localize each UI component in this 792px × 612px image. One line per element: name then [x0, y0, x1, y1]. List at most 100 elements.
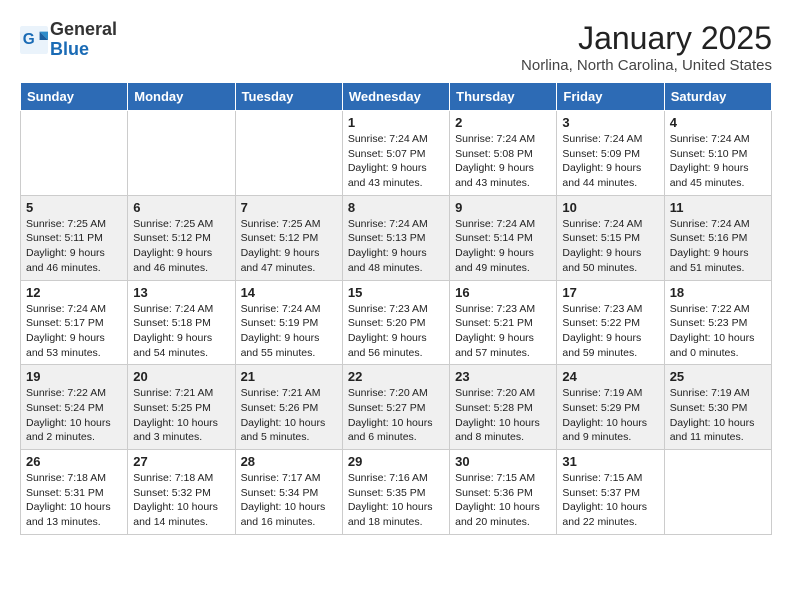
- calendar-week-row: 19Sunrise: 7:22 AM Sunset: 5:24 PM Dayli…: [21, 365, 772, 450]
- table-row: 8 Sunrise: 7:24 AM Sunset: 5:13 PM Daylig…: [342, 195, 449, 280]
- table-row: 31 Sunrise: 7:15 AM Sunset: 5:37 PM Dayli…: [557, 450, 664, 535]
- header: G General Blue January 2025 Norlina, Nor…: [20, 20, 772, 74]
- day-detail: Sunrise: 7:21 AM Sunset: 5:26 PM Dayligh…: [241, 386, 337, 445]
- table-row: 12 Sunrise: 7:24 AM Sunset: 5:17 PM Dayli…: [21, 280, 128, 365]
- day-detail: Sunrise: 7:19 AM Sunset: 5:29 PM Dayligh…: [562, 386, 658, 445]
- day-detail: Sunrise: 7:25 AM Sunset: 5:11 PM Dayligh…: [26, 217, 122, 276]
- day-detail: Sunrise: 7:23 AM Sunset: 5:22 PM Dayligh…: [562, 302, 658, 361]
- table-row: 28 Sunrise: 7:17 AM Sunset: 5:34 PM Dayli…: [235, 450, 342, 535]
- day-detail: Sunrise: 7:18 AM Sunset: 5:32 PM Dayligh…: [133, 471, 229, 530]
- table-row: 4 Sunrise: 7:24 AM Sunset: 5:10 PM Daylig…: [664, 111, 771, 196]
- day-number: 25: [670, 369, 766, 384]
- col-wednesday: Wednesday: [342, 83, 449, 111]
- table-row: 27Sunrise: 7:18 AM Sunset: 5:32 PM Dayli…: [128, 450, 235, 535]
- location-title: Norlina, North Carolina, United States: [521, 57, 772, 74]
- day-number: 12: [26, 285, 122, 300]
- calendar-week-row: 5 Sunrise: 7:25 AM Sunset: 5:11 PM Daylig…: [21, 195, 772, 280]
- table-row: 9 Sunrise: 7:24 AM Sunset: 5:14 PM Daylig…: [450, 195, 557, 280]
- table-row: 29Sunrise: 7:16 AM Sunset: 5:35 PM Dayli…: [342, 450, 449, 535]
- day-number: 1: [348, 115, 444, 130]
- calendar-table: Sunday Monday Tuesday Wednesday Thursday…: [20, 82, 772, 535]
- day-detail: Sunrise: 7:24 AM Sunset: 5:08 PM Dayligh…: [455, 132, 551, 191]
- day-number: 13: [133, 285, 229, 300]
- day-number: 31: [562, 454, 658, 469]
- day-number: 15: [348, 285, 444, 300]
- day-detail: Sunrise: 7:24 AM Sunset: 5:09 PM Dayligh…: [562, 132, 658, 191]
- table-row: 1 Sunrise: 7:24 AM Sunset: 5:07 PM Daylig…: [342, 111, 449, 196]
- table-row: 24 Sunrise: 7:19 AM Sunset: 5:29 PM Dayli…: [557, 365, 664, 450]
- day-number: 26: [26, 454, 122, 469]
- logo: G General Blue: [20, 20, 117, 60]
- col-friday: Friday: [557, 83, 664, 111]
- table-row: 19Sunrise: 7:22 AM Sunset: 5:24 PM Dayli…: [21, 365, 128, 450]
- table-row: 6Sunrise: 7:25 AM Sunset: 5:12 PM Daylig…: [128, 195, 235, 280]
- table-row: 26 Sunrise: 7:18 AM Sunset: 5:31 PM Dayli…: [21, 450, 128, 535]
- day-detail: Sunrise: 7:24 AM Sunset: 5:18 PM Dayligh…: [133, 302, 229, 361]
- table-row: 10 Sunrise: 7:24 AM Sunset: 5:15 PM Dayli…: [557, 195, 664, 280]
- table-row: 21 Sunrise: 7:21 AM Sunset: 5:26 PM Dayli…: [235, 365, 342, 450]
- day-number: 7: [241, 200, 337, 215]
- table-row: 14Sunrise: 7:24 AM Sunset: 5:19 PM Dayli…: [235, 280, 342, 365]
- logo-text: General Blue: [50, 20, 117, 60]
- calendar-week-row: 26 Sunrise: 7:18 AM Sunset: 5:31 PM Dayli…: [21, 450, 772, 535]
- day-detail: Sunrise: 7:25 AM Sunset: 5:12 PM Dayligh…: [241, 217, 337, 276]
- table-row: 5 Sunrise: 7:25 AM Sunset: 5:11 PM Daylig…: [21, 195, 128, 280]
- day-number: 6: [133, 200, 229, 215]
- day-number: 2: [455, 115, 551, 130]
- day-detail: Sunrise: 7:24 AM Sunset: 5:16 PM Dayligh…: [670, 217, 766, 276]
- day-number: 22: [348, 369, 444, 384]
- day-number: 30: [455, 454, 551, 469]
- day-detail: Sunrise: 7:15 AM Sunset: 5:36 PM Dayligh…: [455, 471, 551, 530]
- day-detail: Sunrise: 7:24 AM Sunset: 5:10 PM Dayligh…: [670, 132, 766, 191]
- svg-text:G: G: [23, 31, 35, 48]
- day-number: 18: [670, 285, 766, 300]
- table-row: 25Sunrise: 7:19 AM Sunset: 5:30 PM Dayli…: [664, 365, 771, 450]
- table-row: 3Sunrise: 7:24 AM Sunset: 5:09 PM Daylig…: [557, 111, 664, 196]
- day-detail: Sunrise: 7:23 AM Sunset: 5:21 PM Dayligh…: [455, 302, 551, 361]
- logo-icon: G: [20, 26, 48, 54]
- table-row: 17 Sunrise: 7:23 AM Sunset: 5:22 PM Dayli…: [557, 280, 664, 365]
- table-row: [664, 450, 771, 535]
- table-row: 18 Sunrise: 7:22 AM Sunset: 5:23 PM Dayli…: [664, 280, 771, 365]
- table-row: 23Sunrise: 7:20 AM Sunset: 5:28 PM Dayli…: [450, 365, 557, 450]
- page-container: G General Blue January 2025 Norlina, Nor…: [0, 0, 792, 545]
- logo-general: General: [50, 20, 117, 40]
- table-row: 30 Sunrise: 7:15 AM Sunset: 5:36 PM Dayli…: [450, 450, 557, 535]
- day-detail: Sunrise: 7:17 AM Sunset: 5:34 PM Dayligh…: [241, 471, 337, 530]
- table-row: 15 Sunrise: 7:23 AM Sunset: 5:20 PM Dayli…: [342, 280, 449, 365]
- table-row: 11 Sunrise: 7:24 AM Sunset: 5:16 PM Dayli…: [664, 195, 771, 280]
- day-detail: Sunrise: 7:24 AM Sunset: 5:13 PM Dayligh…: [348, 217, 444, 276]
- table-row: 16 Sunrise: 7:23 AM Sunset: 5:21 PM Dayli…: [450, 280, 557, 365]
- day-detail: Sunrise: 7:21 AM Sunset: 5:25 PM Dayligh…: [133, 386, 229, 445]
- day-detail: Sunrise: 7:22 AM Sunset: 5:24 PM Dayligh…: [26, 386, 122, 445]
- day-number: 23: [455, 369, 551, 384]
- day-detail: Sunrise: 7:24 AM Sunset: 5:15 PM Dayligh…: [562, 217, 658, 276]
- table-row: 22Sunrise: 7:20 AM Sunset: 5:27 PM Dayli…: [342, 365, 449, 450]
- day-detail: Sunrise: 7:24 AM Sunset: 5:14 PM Dayligh…: [455, 217, 551, 276]
- day-detail: Sunrise: 7:24 AM Sunset: 5:17 PM Dayligh…: [26, 302, 122, 361]
- day-number: 17: [562, 285, 658, 300]
- day-number: 28: [241, 454, 337, 469]
- day-detail: Sunrise: 7:16 AM Sunset: 5:35 PM Dayligh…: [348, 471, 444, 530]
- day-number: 10: [562, 200, 658, 215]
- calendar-week-row: 1 Sunrise: 7:24 AM Sunset: 5:07 PM Daylig…: [21, 111, 772, 196]
- day-detail: Sunrise: 7:15 AM Sunset: 5:37 PM Dayligh…: [562, 471, 658, 530]
- logo-blue: Blue: [50, 40, 117, 60]
- day-number: 8: [348, 200, 444, 215]
- table-row: 2 Sunrise: 7:24 AM Sunset: 5:08 PM Daylig…: [450, 111, 557, 196]
- day-detail: Sunrise: 7:23 AM Sunset: 5:20 PM Dayligh…: [348, 302, 444, 361]
- day-number: 5: [26, 200, 122, 215]
- title-block: January 2025 Norlina, North Carolina, Un…: [521, 20, 772, 74]
- day-number: 16: [455, 285, 551, 300]
- col-sunday: Sunday: [21, 83, 128, 111]
- day-number: 21: [241, 369, 337, 384]
- day-number: 11: [670, 200, 766, 215]
- day-number: 4: [670, 115, 766, 130]
- col-thursday: Thursday: [450, 83, 557, 111]
- day-detail: Sunrise: 7:24 AM Sunset: 5:07 PM Dayligh…: [348, 132, 444, 191]
- table-row: 7 Sunrise: 7:25 AM Sunset: 5:12 PM Daylig…: [235, 195, 342, 280]
- day-number: 9: [455, 200, 551, 215]
- day-number: 24: [562, 369, 658, 384]
- day-detail: Sunrise: 7:18 AM Sunset: 5:31 PM Dayligh…: [26, 471, 122, 530]
- day-detail: Sunrise: 7:22 AM Sunset: 5:23 PM Dayligh…: [670, 302, 766, 361]
